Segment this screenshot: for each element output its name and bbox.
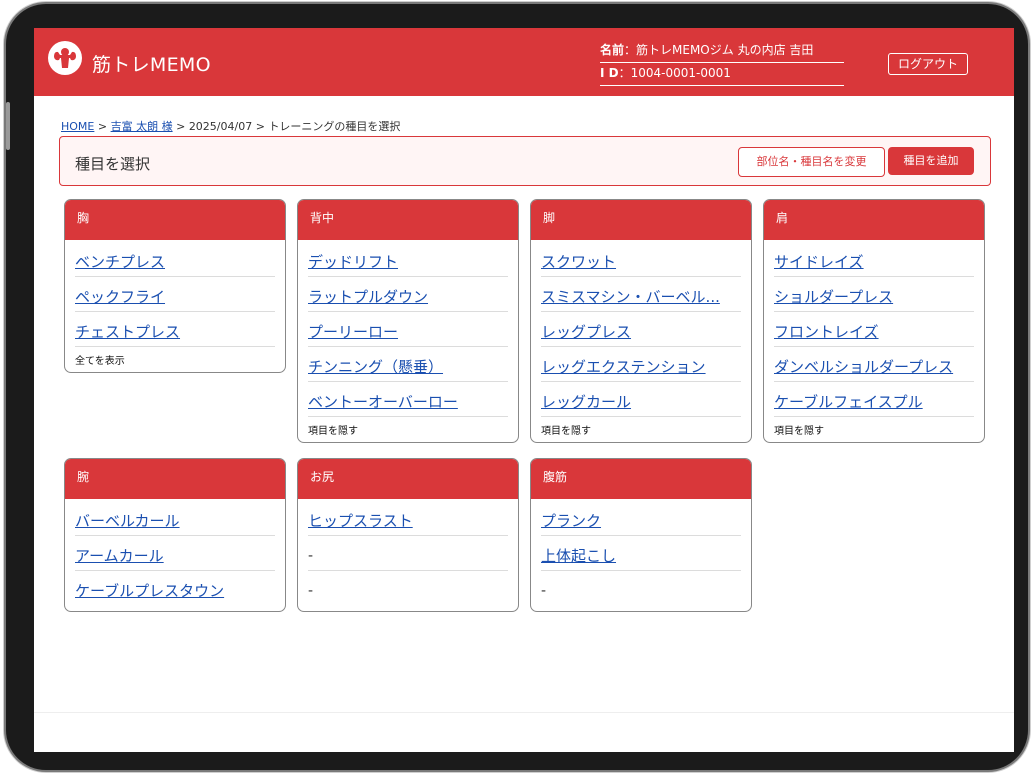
category-card-legs: 脚 スクワット スミスマシン・バーベル... レッグプレス レッグエクステンショ… bbox=[530, 199, 752, 443]
exercise-link[interactable]: チンニング（懸垂） bbox=[308, 347, 508, 382]
exercise-link[interactable]: レッグエクステンション bbox=[541, 347, 741, 382]
hide-items-toggle[interactable]: 項目を隠す bbox=[774, 417, 974, 437]
exercise-link[interactable]: レッグカール bbox=[541, 382, 741, 417]
show-all-toggle[interactable]: 全てを表示 bbox=[75, 347, 275, 367]
category-card-back: 背中 デッドリフト ラットプルダウン プーリーロー チンニング（懸垂） ベントー… bbox=[297, 199, 519, 443]
user-info: 名前：筋トレMEMOジム 丸の内店 吉田 I D：1004-0001-0001 bbox=[600, 40, 844, 86]
user-name-line: 名前：筋トレMEMOジム 丸の内店 吉田 bbox=[600, 40, 844, 63]
category-title: お尻 bbox=[298, 459, 518, 499]
side-button bbox=[6, 102, 10, 150]
exercise-link[interactable]: ケーブルプレスタウン bbox=[75, 571, 275, 605]
exercise-link[interactable]: スミスマシン・バーベル... bbox=[541, 277, 741, 312]
empty-slot: - bbox=[541, 583, 547, 599]
exercise-link[interactable]: ショルダープレス bbox=[774, 277, 974, 312]
category-card-abs: 腹筋 プランク 上体起こし - bbox=[530, 458, 752, 612]
screen: 筋トレMEMO 名前：筋トレMEMOジム 丸の内店 吉田 I D：1004-00… bbox=[34, 28, 1014, 752]
exercise-link[interactable]: ラットプルダウン bbox=[308, 277, 508, 312]
breadcrumb-member[interactable]: 吉富 太朗 様 bbox=[111, 120, 173, 133]
user-id-line: I D：1004-0001-0001 bbox=[600, 63, 844, 86]
exercise-link[interactable]: デッドリフト bbox=[308, 242, 508, 277]
breadcrumb-separator: > bbox=[97, 120, 108, 133]
category-card-glutes: お尻 ヒップスラスト - - bbox=[297, 458, 519, 612]
exercise-link[interactable]: フロントレイズ bbox=[774, 312, 974, 347]
tablet-frame: 筋トレMEMO 名前：筋トレMEMOジム 丸の内店 吉田 I D：1004-00… bbox=[6, 4, 1028, 770]
exercise-link[interactable]: ケーブルフェイスプル bbox=[774, 382, 974, 417]
rename-button[interactable]: 部位名・種目名を変更 bbox=[738, 147, 885, 177]
exercise-link[interactable]: スクワット bbox=[541, 242, 741, 277]
exercise-link[interactable]: レッグプレス bbox=[541, 312, 741, 347]
app-header: 筋トレMEMO 名前：筋トレMEMOジム 丸の内店 吉田 I D：1004-00… bbox=[34, 28, 1014, 96]
category-title: 背中 bbox=[298, 200, 518, 240]
exercise-link[interactable]: チェストプレス bbox=[75, 312, 275, 347]
exercise-link[interactable]: バーベルカール bbox=[75, 501, 275, 536]
breadcrumb-home[interactable]: HOME bbox=[61, 120, 94, 133]
logout-button[interactable]: ログアウト bbox=[888, 53, 968, 75]
muscle-logo-icon[interactable] bbox=[48, 41, 82, 75]
breadcrumb-current: トレーニングの種目を選択 bbox=[268, 120, 401, 133]
exercise-link[interactable]: ダンベルショルダープレス bbox=[774, 347, 974, 382]
category-title: 胸 bbox=[65, 200, 285, 240]
section-header: 種目を選択 部位名・種目名を変更 種目を追加 bbox=[59, 136, 991, 186]
breadcrumb-separator: > bbox=[176, 120, 186, 133]
exercise-link[interactable]: プーリーロー bbox=[308, 312, 508, 347]
exercise-link[interactable]: 上体起こし bbox=[541, 536, 741, 571]
breadcrumb: HOME > 吉富 太朗 様 > 2025/04/07 > トレーニングの種目を… bbox=[61, 118, 400, 134]
breadcrumb-separator: > bbox=[255, 120, 265, 133]
exercise-link[interactable]: プランク bbox=[541, 501, 741, 536]
id-label: I D bbox=[600, 66, 619, 80]
app-title[interactable]: 筋トレMEMO bbox=[92, 50, 211, 77]
breadcrumb-date: 2025/04/07 bbox=[188, 120, 253, 133]
category-card-arms: 腕 バーベルカール アームカール ケーブルプレスタウン bbox=[64, 458, 286, 612]
category-title: 脚 bbox=[531, 200, 751, 240]
empty-slot: - bbox=[308, 583, 314, 599]
name-label: 名前 bbox=[600, 43, 625, 57]
exercise-link[interactable]: ベントーオーバーロー bbox=[308, 382, 508, 417]
exercise-link[interactable]: アームカール bbox=[75, 536, 275, 571]
bottom-divider bbox=[34, 712, 1014, 713]
exercise-link[interactable]: ベンチプレス bbox=[75, 242, 275, 277]
user-id: ：1004-0001-0001 bbox=[618, 66, 731, 80]
category-title: 腹筋 bbox=[531, 459, 751, 499]
empty-slot: - bbox=[308, 536, 508, 571]
exercise-link[interactable]: ペックフライ bbox=[75, 277, 275, 312]
category-card-chest: 胸 ベンチプレス ペックフライ チェストプレス 全てを表示 bbox=[64, 199, 286, 373]
exercise-link[interactable]: サイドレイズ bbox=[774, 242, 974, 277]
hide-items-toggle[interactable]: 項目を隠す bbox=[308, 417, 508, 437]
add-exercise-button[interactable]: 種目を追加 bbox=[888, 147, 974, 175]
category-card-shoulders: 肩 サイドレイズ ショルダープレス フロントレイズ ダンベルショルダープレス ケ… bbox=[763, 199, 985, 443]
section-title: 種目を選択 bbox=[75, 155, 151, 173]
exercise-link[interactable]: ヒップスラスト bbox=[308, 501, 508, 536]
user-name: ：筋トレMEMOジム 丸の内店 吉田 bbox=[624, 43, 814, 57]
category-title: 肩 bbox=[764, 200, 984, 240]
category-title: 腕 bbox=[65, 459, 285, 499]
hide-items-toggle[interactable]: 項目を隠す bbox=[541, 417, 741, 437]
